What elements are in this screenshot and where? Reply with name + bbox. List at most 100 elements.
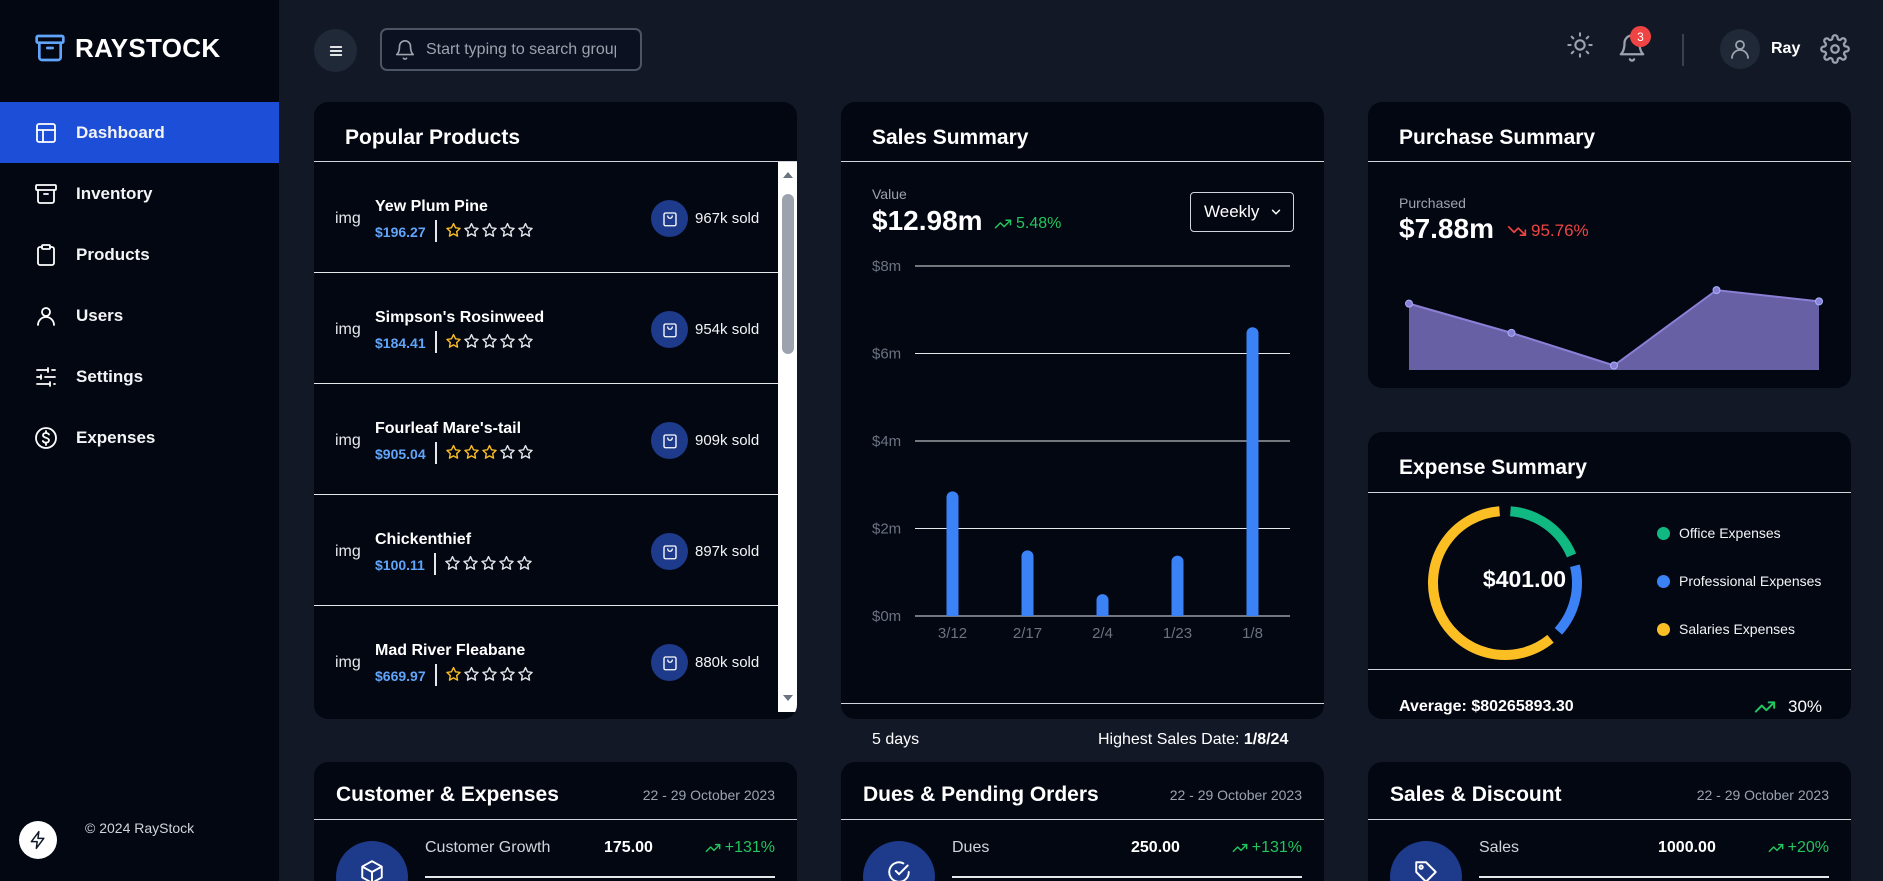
stat-value: 1000.00 xyxy=(1658,839,1716,856)
expense-change-value: 30% xyxy=(1788,697,1823,716)
price-rating-separator xyxy=(434,220,437,242)
shopping-bag-icon xyxy=(661,321,679,339)
y-tick-label: $4m xyxy=(872,433,901,450)
sidebar-item-expenses[interactable]: Expenses xyxy=(0,407,279,468)
bar-base xyxy=(1171,610,1184,616)
cart-button[interactable] xyxy=(651,311,688,348)
legend-dot xyxy=(1657,574,1670,588)
product-name: Simpson's Rosinweed xyxy=(375,309,545,326)
bell-search-icon xyxy=(394,39,416,61)
brand-logo[interactable]: RAYSTOCK xyxy=(34,32,220,64)
star-empty-icon xyxy=(463,333,479,348)
sales-footer-divider xyxy=(841,703,1324,704)
y-tick-label: $6m xyxy=(872,346,901,363)
stat-change-value: +20% xyxy=(1787,839,1829,856)
product-price: $100.11 xyxy=(375,557,425,573)
scroll-up-icon[interactable] xyxy=(782,169,794,181)
sidebar: RAYSTOCK Dashboard Inventory Products Us… xyxy=(0,0,279,881)
list-item[interactable]: img Yew Plum Pine $196.27 967k sold xyxy=(314,162,779,273)
period-select[interactable]: Weekly xyxy=(1190,192,1294,232)
star-empty-icon xyxy=(517,444,533,459)
legend-label: Professional Expenses xyxy=(1679,573,1822,589)
star-empty-icon xyxy=(463,222,479,237)
stat-change: +20% xyxy=(1768,839,1829,857)
sidebar-item-products[interactable]: Products xyxy=(0,224,279,285)
username[interactable]: Ray xyxy=(1771,40,1800,58)
sales-days: 5 days xyxy=(872,731,920,748)
customer-expenses-card: Customer & Expenses 22 - 29 October 2023… xyxy=(314,762,797,881)
expense-total: $401.00 xyxy=(1482,566,1567,592)
date-range: 22 - 29 October 2023 xyxy=(642,787,775,803)
sidebar-item-inventory[interactable]: Inventory xyxy=(0,163,279,224)
cart-button[interactable] xyxy=(651,200,688,237)
product-sold: 880k sold xyxy=(695,654,760,671)
sales-value: $12.98m xyxy=(872,205,983,236)
data-point xyxy=(1405,299,1413,308)
stat-change-value: +131% xyxy=(724,839,775,856)
divider xyxy=(1368,669,1851,670)
cart-button[interactable] xyxy=(651,533,688,570)
purchased-change-value: 95.76% xyxy=(1531,221,1589,240)
x-tick-label: 1/8 xyxy=(1242,625,1263,642)
divider xyxy=(1368,492,1851,493)
scroll-thumb[interactable] xyxy=(782,194,794,354)
bar-base xyxy=(1246,610,1259,616)
menu-icon xyxy=(328,43,344,59)
search-input[interactable] xyxy=(426,40,616,59)
cart-button[interactable] xyxy=(651,644,688,681)
settings-button[interactable] xyxy=(1820,34,1850,64)
stat-progress-line xyxy=(952,876,1302,878)
trending-up-icon xyxy=(1768,840,1784,856)
sidebar-item-label: Dashboard xyxy=(76,122,165,142)
bar-base xyxy=(946,610,959,616)
card-title: Expense Summary xyxy=(1399,456,1587,479)
highest-sales: Highest Sales Date: 1/8/24 xyxy=(1098,731,1288,749)
cart-button[interactable] xyxy=(651,422,688,459)
menu-toggle-button[interactable] xyxy=(314,29,357,72)
bar-base xyxy=(1021,610,1034,616)
sidebar-item-label: Inventory xyxy=(76,183,153,203)
donut-slice xyxy=(1509,506,1577,558)
price-rating-separator xyxy=(433,553,436,575)
data-point xyxy=(1815,297,1823,306)
divider xyxy=(1368,161,1851,162)
list-item[interactable]: img Fourleaf Mare's-tail $905.04 909k sold xyxy=(314,384,779,495)
card-title: Customer & Expenses xyxy=(336,783,559,806)
star-empty-icon xyxy=(517,666,533,681)
trending-up-icon xyxy=(1750,696,1780,718)
list-item[interactable]: img Chickenthief $100.11 897k sold xyxy=(314,495,779,606)
divider xyxy=(841,161,1324,162)
trending-down-icon xyxy=(1507,221,1527,241)
stat-label: Dues xyxy=(952,839,990,856)
stat-value: 250.00 xyxy=(1131,839,1180,856)
x-tick-label: 3/12 xyxy=(938,625,967,642)
shopping-bag-icon xyxy=(661,543,679,561)
scroll-down-icon[interactable] xyxy=(782,692,794,704)
stat-icon-circle xyxy=(863,841,935,881)
bolt-icon xyxy=(28,830,48,850)
sidebar-item-users[interactable]: Users xyxy=(0,285,279,346)
sidebar-item-settings[interactable]: Settings xyxy=(0,346,279,407)
avatar[interactable] xyxy=(1720,29,1760,69)
theme-bolt-button[interactable] xyxy=(19,821,57,859)
sales-change: 5.48% xyxy=(994,215,1061,233)
product-list[interactable]: img Yew Plum Pine $196.27 967k sold img Simps… xyxy=(314,162,779,712)
scrollbar[interactable] xyxy=(778,162,797,712)
sidebar-item-label: Settings xyxy=(76,366,144,386)
product-image: img xyxy=(335,432,361,449)
list-item[interactable]: img Mad River Fleabane $669.97 880k sold xyxy=(314,606,779,712)
product-image: img xyxy=(335,321,361,338)
trending-up-icon xyxy=(705,840,721,856)
price-rating-separator xyxy=(434,442,437,464)
expense-summary-card: Expense Summary $401.00 Office Expenses … xyxy=(1368,432,1851,719)
star-empty-icon xyxy=(463,555,478,570)
theme-toggle-button[interactable] xyxy=(1566,31,1594,59)
sidebar-item-label: Users xyxy=(76,305,124,325)
star-filled-icon xyxy=(445,666,461,681)
list-item[interactable]: img Simpson's Rosinweed $184.41 954k sold xyxy=(314,273,779,384)
stat-icon-circle xyxy=(336,841,408,881)
price-rating-separator xyxy=(434,664,437,686)
product-rating xyxy=(445,666,534,683)
sidebar-item-dashboard[interactable]: Dashboard xyxy=(0,102,279,163)
sales-change-value: 5.48% xyxy=(1016,215,1062,232)
